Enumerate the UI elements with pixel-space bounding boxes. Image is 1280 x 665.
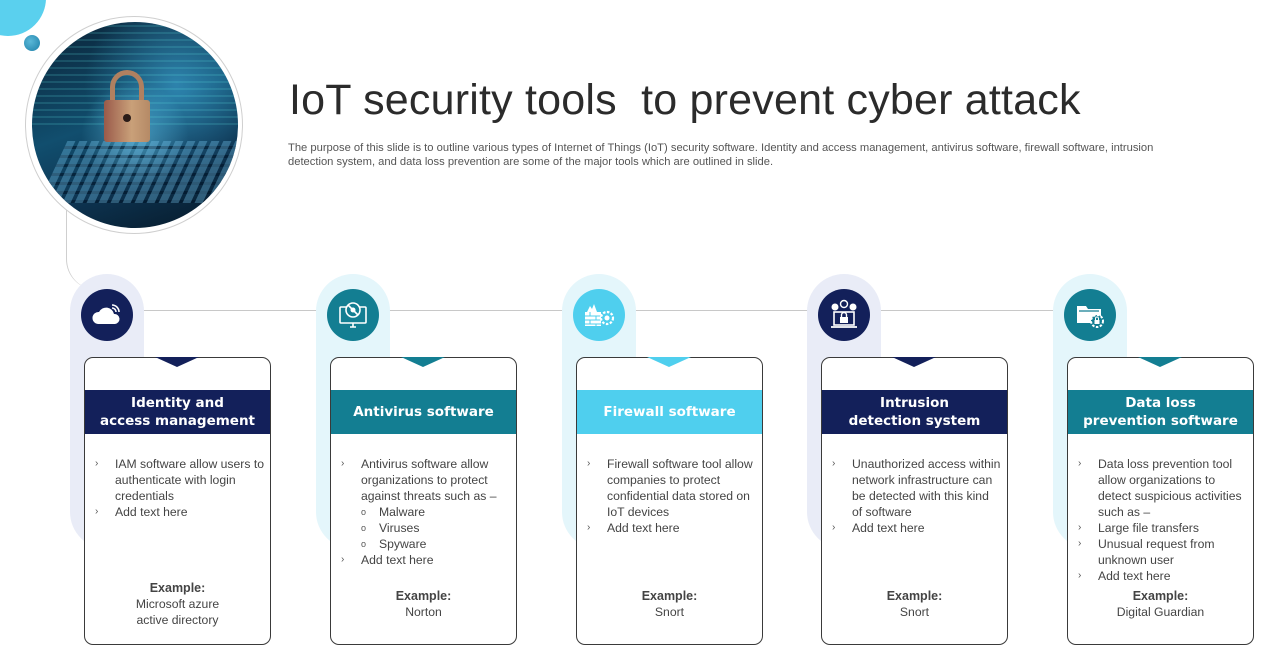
sub-bullet-item: o Viruses (339, 520, 511, 536)
bullet-item: › Add text here (339, 552, 511, 568)
tool-card: Identity and access management › IAM softwa… (84, 357, 271, 645)
example-label: Example: (395, 589, 452, 603)
card-notch (1138, 357, 1182, 367)
bullet-text: Unauthorized access within network infra… (852, 457, 1001, 519)
tool-card-title-line: Intrusion (880, 395, 949, 411)
bullet-text: Unusual request from unknown user (1098, 537, 1215, 567)
tool-card-bullets: › Data loss prevention tool allow organiz… (1076, 456, 1248, 584)
bullet-text: IAM software allow users to authenticate… (115, 457, 265, 503)
bullet-text: Data loss prevention tool allow organiza… (1098, 457, 1242, 519)
monitor-virus-blocked-icon (327, 289, 379, 341)
chevron-right-icon: › (95, 458, 99, 469)
bullet-item: › Antivirus software allow organizations … (339, 456, 511, 504)
card-notch (647, 357, 691, 367)
tool-example: Example: Snort (577, 588, 762, 620)
bullet-text: Antivirus software allow organizations t… (361, 457, 497, 503)
bullet-text: Add text here (607, 521, 680, 535)
sub-bullet-item: o Spyware (339, 536, 511, 552)
card-notch (401, 357, 445, 367)
circle-bullet-icon: o (361, 539, 367, 549)
example-label: Example: (886, 589, 943, 603)
sub-bullet-text: Malware (379, 505, 426, 519)
chevron-right-icon: › (341, 458, 345, 469)
laptop-lock-alerts-icon (818, 289, 870, 341)
example-value: Microsoft azure (135, 597, 220, 611)
tool-card-bullets: › Antivirus software allow organizations … (339, 456, 511, 568)
tool-card-title-line: Data loss (1125, 395, 1196, 411)
page-title: IoT security tools to prevent cyber atta… (289, 76, 1081, 124)
bullet-text: Large file transfers (1098, 521, 1199, 535)
card-notch (155, 357, 199, 367)
hero-keyboard (38, 141, 238, 204)
tool-card-bullets: › IAM software allow users to authenticat… (93, 456, 265, 520)
example-value: active directory (136, 613, 219, 627)
tool-card: Data loss prevention software › Data loss p… (1067, 357, 1254, 645)
tool-card-title-line: Identity and (131, 395, 224, 411)
firewall-gear-icon (573, 289, 625, 341)
tool-card-header: Firewall software (577, 390, 762, 434)
bullet-text: Add text here (1098, 569, 1171, 583)
sub-bullet-text: Viruses (379, 521, 420, 535)
sub-bullet-item: o Malware (339, 504, 511, 520)
example-label: Example: (149, 581, 206, 595)
sub-bullet-text: Spyware (379, 537, 427, 551)
tool-example: Example: Norton (331, 588, 516, 620)
example-value: Snort (899, 605, 930, 619)
chevron-right-icon: › (832, 522, 836, 533)
tool-card: Firewall software › Firewall software tool… (576, 357, 763, 645)
bullet-item: › Add text here (830, 520, 1002, 536)
cloud-wifi-icon (81, 289, 133, 341)
bullet-text: Add text here (852, 521, 925, 535)
bullet-text: Add text here (361, 553, 434, 567)
example-label: Example: (641, 589, 698, 603)
tool-card-title-line: access management (99, 413, 256, 429)
bullet-item: › Unusual request from unknown user (1076, 536, 1248, 568)
tool-card-bullets: › Firewall software tool allow companies … (585, 456, 757, 536)
tool-card-title-line: Antivirus software (353, 404, 494, 420)
circle-bullet-icon: o (361, 507, 367, 517)
bullet-item: › IAM software allow users to authenticat… (93, 456, 265, 504)
tool-card-header: Intrusion detection system (822, 390, 1007, 434)
bullet-item: › Data loss prevention tool allow organiz… (1076, 456, 1248, 520)
tool-card: Intrusion detection system › Unauthorized a… (821, 357, 1008, 645)
tool-example: Example: Microsoft azure active directory (85, 580, 270, 628)
padlock-keyhole (123, 114, 131, 122)
tool-card-title-line: detection system (848, 413, 981, 429)
bullet-item: › Add text here (1076, 568, 1248, 584)
page-subtitle: The purpose of this slide is to outline … (288, 142, 1154, 168)
chevron-right-icon: › (1078, 570, 1082, 581)
chevron-right-icon: › (1078, 538, 1082, 549)
example-value: Snort (654, 605, 685, 619)
example-value: Norton (405, 605, 442, 619)
chevron-right-icon: › (95, 506, 99, 517)
chevron-right-icon: › (587, 522, 591, 533)
folder-lock-gear-icon (1064, 289, 1116, 341)
bullet-text: Add text here (115, 505, 188, 519)
tool-example: Example: Digital Guardian (1068, 588, 1253, 620)
chevron-right-icon: › (587, 458, 591, 469)
tool-example: Example: Snort (822, 588, 1007, 620)
tool-card-bullets: › Unauthorized access within network infr… (830, 456, 1002, 536)
tool-card: Antivirus software › Antivirus software al… (330, 357, 517, 645)
chevron-right-icon: › (341, 554, 345, 565)
tool-card-title-line: prevention software (1083, 413, 1238, 429)
bullet-item: › Large file transfers (1076, 520, 1248, 536)
circle-bullet-icon: o (361, 523, 367, 533)
chevron-right-icon: › (1078, 522, 1082, 533)
card-notch (892, 357, 936, 367)
bullet-item: › Firewall software tool allow companies … (585, 456, 757, 520)
tool-card-title-line: Firewall software (603, 404, 736, 420)
chevron-right-icon: › (1078, 458, 1082, 469)
bullet-text: Firewall software tool allow companies t… (607, 457, 753, 519)
bullet-item: › Add text here (585, 520, 757, 536)
chevron-right-icon: › (832, 458, 836, 469)
bullet-item: › Add text here (93, 504, 265, 520)
tool-card-header: Antivirus software (331, 390, 516, 434)
tool-card-header: Data loss prevention software (1068, 390, 1253, 434)
hero-image (32, 22, 238, 228)
tool-card-header: Identity and access management (85, 390, 270, 434)
example-value: Digital Guardian (1116, 605, 1205, 619)
example-label: Example: (1132, 589, 1189, 603)
bullet-item: › Unauthorized access within network infr… (830, 456, 1002, 520)
